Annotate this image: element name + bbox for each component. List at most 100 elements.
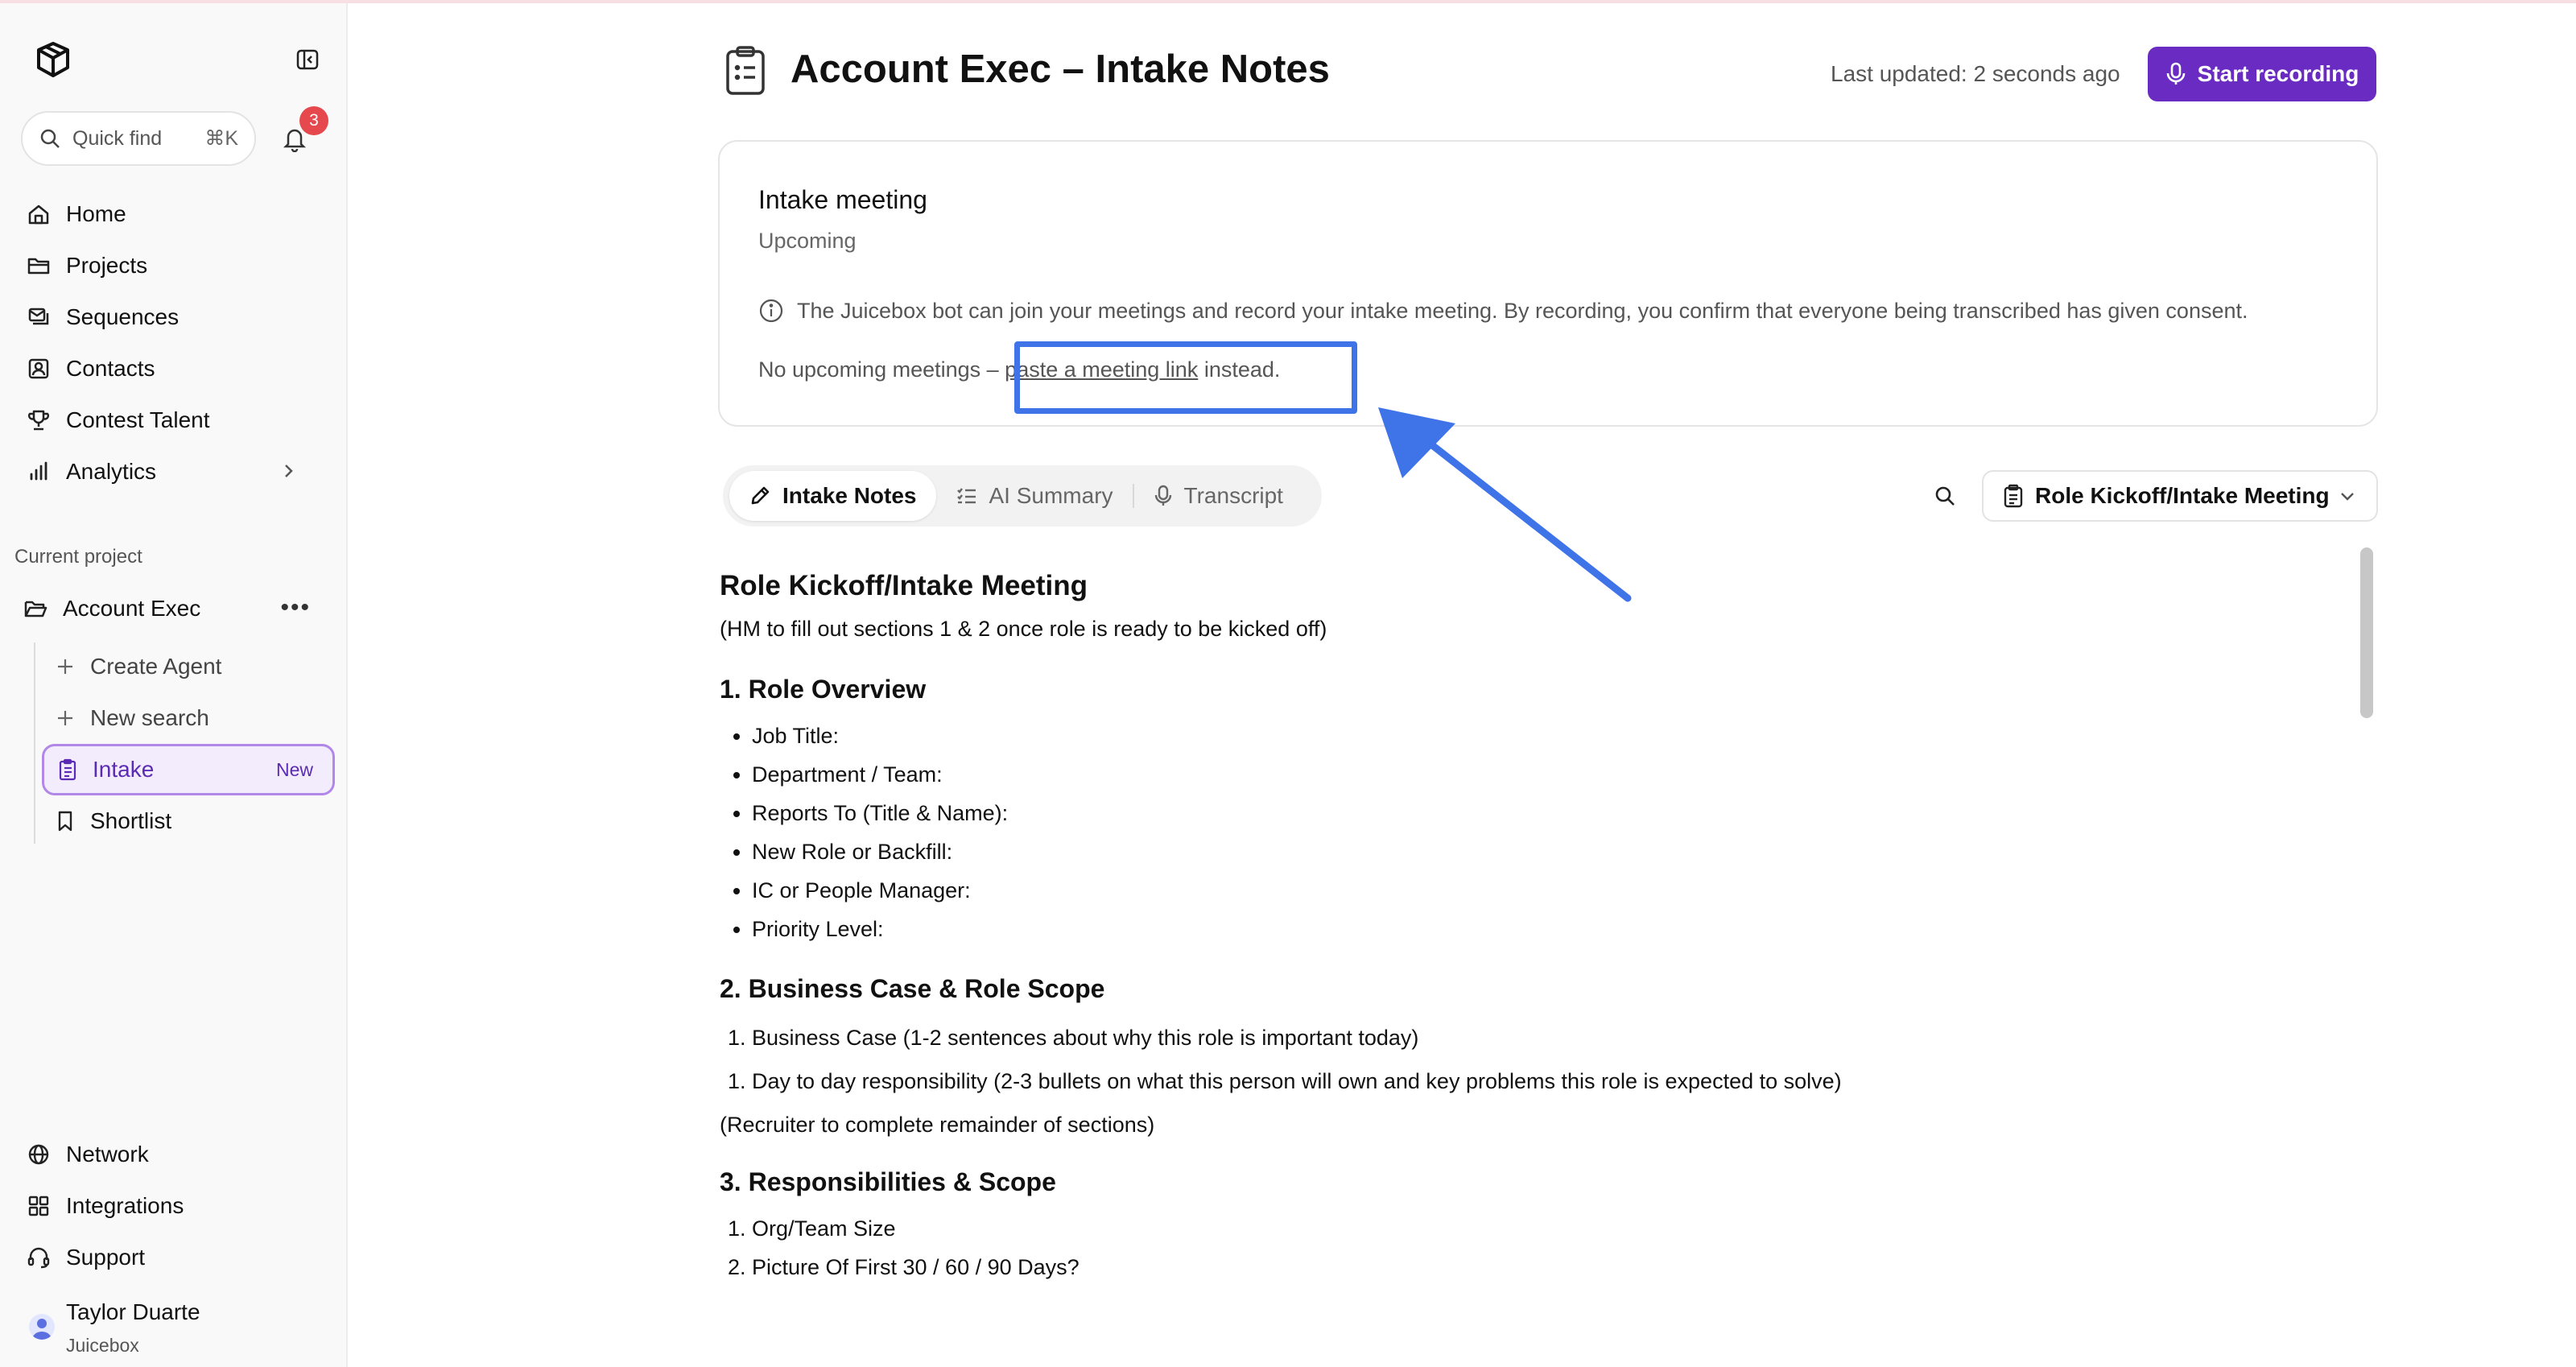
business-case-list-2: Day to day responsibility (2-3 bullets o… (752, 1059, 1842, 1103)
nav-home[interactable]: Home (24, 193, 330, 235)
pencil-icon (749, 485, 771, 507)
bookmark-icon (52, 807, 79, 835)
nav-contacts-label: Contacts (66, 356, 155, 381)
list-item: Org/Team Size (752, 1209, 1080, 1248)
nav-home-label: Home (66, 201, 126, 226)
nav-network-label: Network (66, 1142, 149, 1167)
microphone-icon (2165, 62, 2186, 86)
clipboard-icon (2003, 484, 2024, 508)
trophy-icon (24, 406, 53, 435)
list-item: Department / Team: (752, 755, 1008, 794)
intake-meeting-card: Intake meeting Upcoming The Juicebox bot… (718, 140, 2378, 427)
intake-label: Intake (93, 757, 155, 782)
shortlist-item[interactable]: Shortlist (52, 800, 333, 842)
user-profile[interactable]: Taylor Duarte Juicebox (24, 1296, 330, 1361)
new-search-label: New search (90, 705, 209, 730)
nav-contest-talent[interactable]: Contest Talent (24, 399, 330, 441)
new-tag: New (275, 758, 313, 780)
collapse-sidebar-icon[interactable] (291, 43, 324, 76)
list-item: Job Title: (752, 717, 1008, 755)
section-2-heading: 2. Business Case & Role Scope (720, 974, 1105, 1003)
globe-icon (24, 1140, 53, 1169)
tab-ai-summary-label: AI Summary (989, 483, 1113, 508)
business-case-list-1: Business Case (1-2 sentences about why t… (752, 1016, 1418, 1059)
intake-notes-document[interactable]: Role Kickoff/Intake Meeting (HM to fill … (720, 564, 2346, 1288)
user-name: Taylor Duarte (66, 1299, 200, 1324)
nav-analytics-label: Analytics (66, 459, 157, 484)
nav-network[interactable]: Network (24, 1134, 330, 1175)
start-recording-label: Start recording (2197, 61, 2359, 86)
tab-ai-summary[interactable]: AI Summary (936, 471, 1133, 521)
info-icon (758, 298, 784, 324)
list-item: Picture Of First 30 / 60 / 90 Days? (752, 1248, 1080, 1286)
nav-analytics[interactable]: Analytics (24, 451, 330, 493)
nav-support-label: Support (66, 1245, 146, 1270)
user-org: Juicebox (66, 1335, 139, 1356)
tab-intake-notes[interactable]: Intake Notes (729, 471, 936, 521)
nav-projects-label: Projects (66, 253, 148, 278)
avatar (29, 1314, 55, 1340)
consent-info-text: The Juicebox bot can join your meetings … (797, 298, 2248, 323)
app-logo-icon[interactable] (32, 39, 74, 81)
nav-sequences-label: Sequences (66, 304, 180, 329)
new-search-item[interactable]: New search (52, 697, 333, 739)
plus-icon (52, 704, 79, 732)
start-recording-button[interactable]: Start recording (2148, 47, 2376, 101)
list-item: Priority Level: (752, 910, 1008, 948)
grid-icon (24, 1191, 53, 1220)
scrollbar-thumb[interactable] (2360, 547, 2373, 718)
responsibilities-list: Org/Team Size Picture Of First 30 / 60 /… (752, 1209, 1080, 1286)
nav-support[interactable]: Support (24, 1237, 330, 1278)
doc-subtitle: (HM to fill out sections 1 & 2 once role… (720, 617, 1327, 641)
notes-tabs: Intake Notes AI Summary Transcript (723, 465, 1322, 527)
tab-intake-notes-label: Intake Notes (782, 483, 917, 508)
current-project-label: Current project (14, 546, 142, 568)
more-options-icon[interactable]: ••• (280, 594, 311, 622)
bar-chart-icon (24, 457, 53, 486)
section-1-heading: 1. Role Overview (720, 675, 927, 704)
sequences-icon (24, 303, 53, 332)
create-agent-label: Create Agent (90, 654, 222, 679)
meeting-status: Upcoming (758, 229, 857, 253)
list-item: New Role or Backfill: (752, 832, 1008, 871)
search-icon (39, 127, 61, 150)
shortlist-label: Shortlist (90, 808, 172, 833)
sidebar: Quick find ⌘K 3 Home Projects Sequences … (0, 3, 348, 1367)
template-select-value: Role Kickoff/Intake Meeting (2035, 483, 2330, 508)
home-icon (24, 200, 53, 229)
clipboard-icon (54, 756, 81, 783)
doc-title: Role Kickoff/Intake Meeting (720, 570, 1088, 601)
chevron-right-icon[interactable] (279, 460, 298, 486)
chevron-down-icon (2338, 486, 2357, 506)
nav-integrations-label: Integrations (66, 1193, 184, 1218)
contacts-icon (24, 354, 53, 383)
microphone-icon (1154, 485, 1173, 507)
nav-contest-talent-label: Contest Talent (66, 407, 210, 432)
current-project-account-exec[interactable]: Account Exec ••• (21, 588, 327, 630)
list-item: Business Case (1-2 sentences about why t… (752, 1016, 1418, 1059)
headset-icon (24, 1243, 53, 1272)
consent-info: The Juicebox bot can join your meetings … (758, 298, 2248, 324)
role-overview-list: Job Title: Department / Team: Reports To… (752, 717, 1008, 948)
tree-connector (34, 642, 35, 844)
project-name: Account Exec (63, 596, 201, 621)
no-meetings-prefix: No upcoming meetings – (758, 357, 1005, 382)
intake-item[interactable]: Intake New (42, 744, 335, 795)
page-title: Account Exec – Intake Notes (791, 47, 1330, 91)
quick-find-label: Quick find (72, 126, 163, 150)
clipboard-icon (723, 45, 768, 97)
quick-find-input[interactable]: Quick find ⌘K (21, 111, 256, 166)
checklist-icon (956, 485, 978, 507)
nav-integrations[interactable]: Integrations (24, 1185, 330, 1227)
recruiter-note: (Recruiter to complete remainder of sect… (720, 1113, 1155, 1137)
create-agent-item[interactable]: Create Agent (52, 646, 333, 688)
nav-sequences[interactable]: Sequences (24, 296, 330, 338)
list-item: Day to day responsibility (2-3 bullets o… (752, 1059, 1842, 1103)
meeting-card-title: Intake meeting (758, 185, 927, 214)
last-updated-text: Last updated: 2 seconds ago (1831, 61, 2120, 86)
nav-contacts[interactable]: Contacts (24, 348, 330, 390)
search-icon[interactable] (1929, 480, 1961, 512)
tab-transcript[interactable]: Transcript (1134, 471, 1302, 521)
nav-projects[interactable]: Projects (24, 245, 330, 287)
template-select[interactable]: Role Kickoff/Intake Meeting (1982, 470, 2378, 522)
